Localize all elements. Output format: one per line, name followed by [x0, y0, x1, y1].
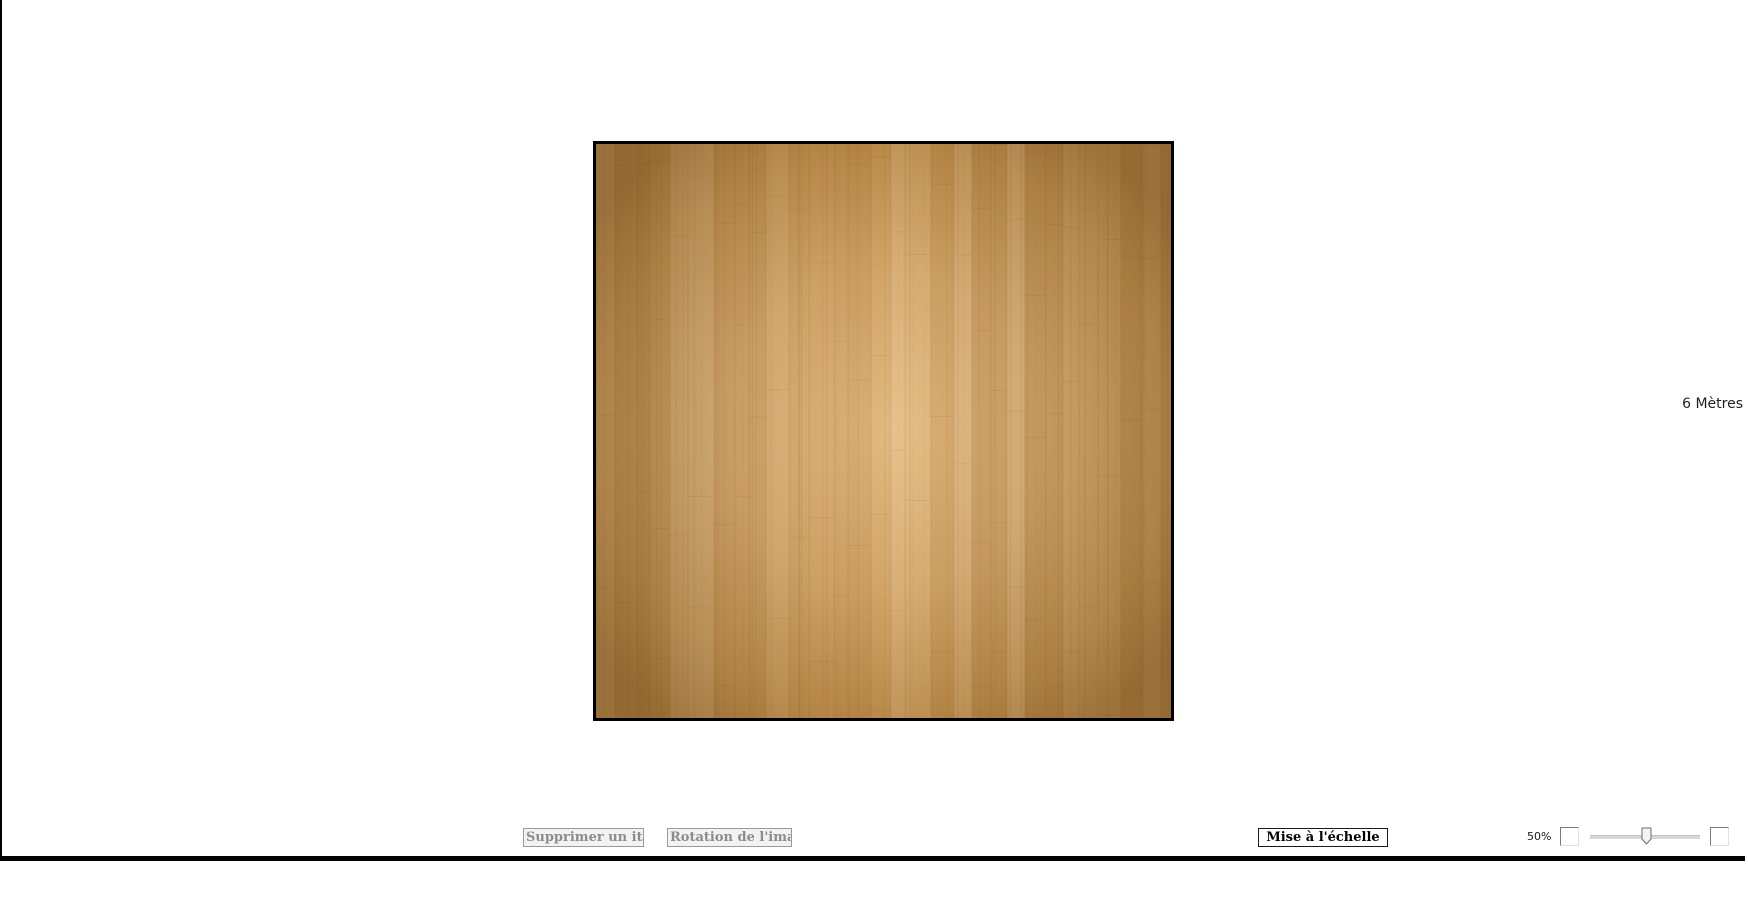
delete-item-button[interactable]: Supprimer un item	[523, 828, 644, 847]
zoom-percent-label: 50%	[1527, 830, 1552, 843]
scale-button[interactable]: Mise à l'échelle	[1258, 828, 1388, 847]
zoom-control: 50%	[1522, 826, 1732, 848]
floor-plan-room[interactable]	[593, 141, 1174, 721]
zoom-out-button[interactable]	[1560, 827, 1579, 846]
scale-measurement-label: 6 Mètres	[1682, 396, 1743, 412]
design-workspace[interactable]: 6 Mètres Supprimer un item Rotation de l…	[0, 0, 1745, 861]
app-window: 6 Mètres Supprimer un item Rotation de l…	[0, 0, 1748, 921]
zoom-slider-thumb[interactable]	[1641, 827, 1652, 845]
wood-floor-texture	[596, 144, 1171, 718]
zoom-in-button[interactable]	[1710, 827, 1729, 846]
rotate-image-button[interactable]: Rotation de l'image	[667, 828, 792, 847]
